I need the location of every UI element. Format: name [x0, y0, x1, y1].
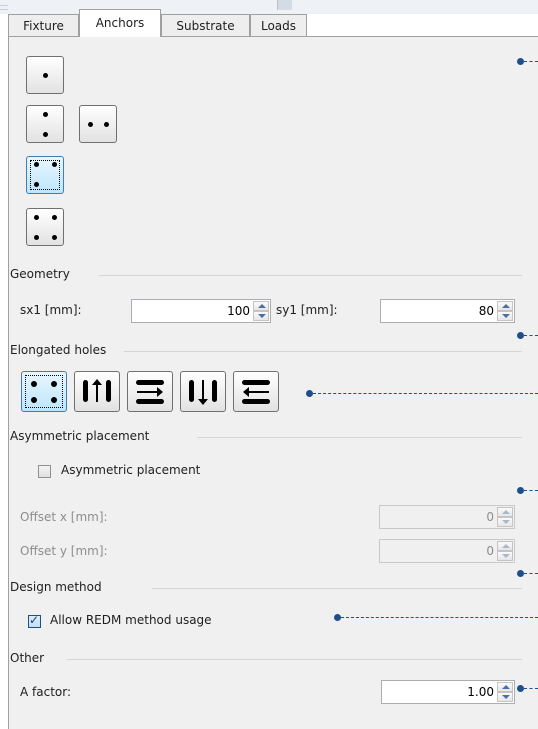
callout-line: [524, 573, 538, 574]
a-factor-input[interactable]: 1.00: [381, 680, 515, 704]
section-divider: [99, 275, 522, 276]
asymmetric-placement-checkbox[interactable]: [38, 465, 51, 478]
callout-line: [313, 393, 538, 394]
offset-x-input: 0: [379, 505, 515, 529]
callout-dot: [517, 570, 524, 577]
anchor-config-4[interactable]: [26, 208, 64, 246]
sx1-label: sx1 [mm]:: [20, 303, 82, 317]
tab-loads[interactable]: Loads: [250, 14, 307, 36]
splitter-handle[interactable]: [277, 0, 292, 10]
sy1-spin-up-icon[interactable]: [497, 301, 513, 311]
anchor-config-2-horizontal[interactable]: [79, 105, 117, 143]
sy1-spin-down-icon[interactable]: [497, 311, 513, 321]
anchor-config-1[interactable]: [26, 56, 64, 94]
section-design-method-heading: Design method: [10, 580, 102, 594]
sy1-label: sy1 [mm]:: [276, 303, 338, 317]
offset-y-value: 0: [486, 544, 494, 558]
section-divider: [152, 588, 522, 589]
offset-y-spin-down-icon: [497, 551, 513, 561]
sy1-value: 80: [478, 304, 494, 318]
callout-dot: [517, 332, 524, 339]
allow-redm-checkbox[interactable]: ✓: [28, 613, 41, 628]
callout-line: [524, 688, 538, 689]
callout-dot: [334, 614, 341, 621]
sx1-value: 100: [227, 304, 250, 318]
anchor-config-3[interactable]: [26, 156, 64, 194]
elongated-holes-vertical-up-button[interactable]: [74, 371, 120, 412]
section-other-heading: Other: [10, 651, 45, 665]
elongated-holes-horizontal-left-button[interactable]: [233, 371, 279, 412]
sx1-spin-up-icon[interactable]: [253, 301, 269, 311]
section-divider: [67, 659, 522, 660]
callout-line: [524, 490, 538, 491]
section-geometry-heading: Geometry: [10, 267, 70, 281]
sy1-input[interactable]: 80: [380, 299, 515, 323]
callout-dot: [517, 487, 524, 494]
callout-line: [524, 335, 538, 336]
tab-substrate[interactable]: Substrate: [161, 14, 250, 36]
elongated-holes-none-button[interactable]: [21, 371, 67, 412]
offset-y-spin-up-icon: [497, 541, 513, 551]
anchor-config-2-vertical[interactable]: [26, 105, 64, 143]
tab-fixture[interactable]: Fixture: [8, 14, 79, 36]
callout-line: [341, 617, 538, 618]
section-asymmetric-heading: Asymmetric placement: [10, 429, 150, 443]
checkmark-icon: ✓: [29, 613, 40, 627]
elongated-holes-vertical-down-button[interactable]: [180, 371, 226, 412]
offset-x-label: Offset x [mm]:: [20, 510, 108, 524]
section-divider: [197, 437, 522, 438]
tab-anchors[interactable]: Anchors: [79, 9, 161, 37]
offset-y-label: Offset y [mm]:: [20, 544, 108, 558]
allow-redm-checkbox-label[interactable]: Allow REDM method usage: [50, 613, 212, 627]
offset-x-spin-up-icon: [497, 507, 513, 517]
offset-x-value: 0: [486, 510, 494, 524]
offset-y-input: 0: [379, 539, 515, 563]
sx1-input[interactable]: 100: [131, 299, 271, 323]
section-elongated-holes-heading: Elongated holes: [10, 343, 107, 357]
asymmetric-placement-checkbox-label[interactable]: Asymmetric placement: [61, 463, 200, 477]
a-factor-label: A factor:: [20, 685, 72, 699]
callout-dot: [306, 390, 313, 397]
a-factor-spin-down-icon[interactable]: [497, 692, 513, 702]
callout-line: [524, 61, 538, 62]
a-factor-spin-up-icon[interactable]: [497, 682, 513, 692]
a-factor-value: 1.00: [467, 685, 494, 699]
section-divider: [124, 351, 522, 352]
elongated-holes-horizontal-right-button[interactable]: [127, 371, 173, 412]
sx1-spin-down-icon[interactable]: [253, 311, 269, 321]
callout-dot: [517, 58, 524, 65]
offset-x-spin-down-icon: [497, 517, 513, 527]
callout-dot: [517, 685, 524, 692]
